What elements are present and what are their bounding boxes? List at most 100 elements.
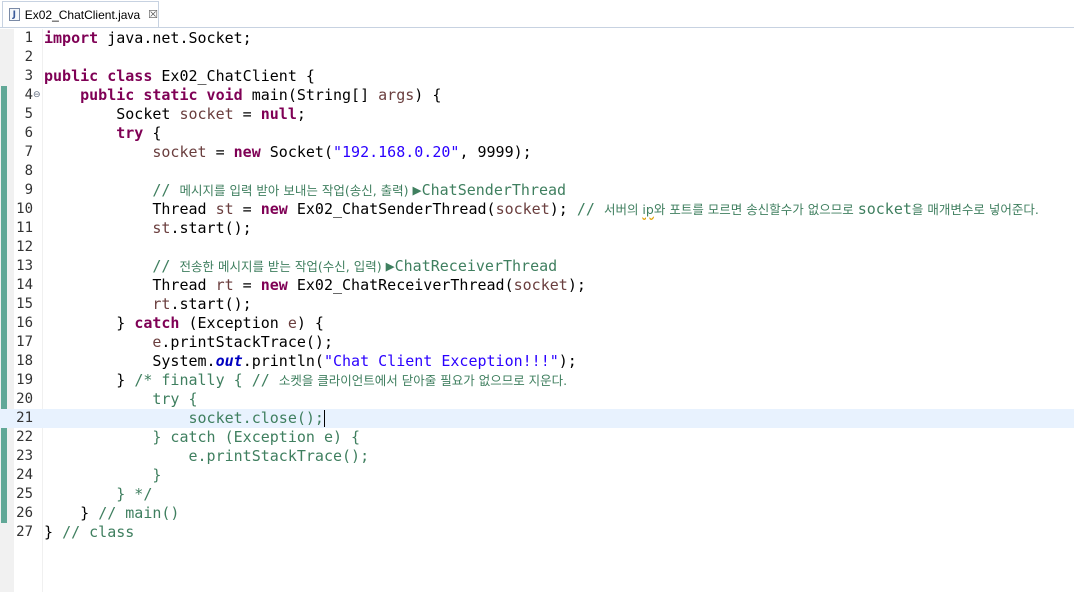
keyword-token: try [116, 124, 144, 142]
code-line[interactable]: 23 e.printStackTrace(); [0, 447, 1074, 466]
code-line[interactable]: 13 // 전송한 메시지를 받는 작업(수신, 입력) ▶ChatReceiv… [0, 257, 1074, 276]
code-line[interactable]: 25 } */ [0, 485, 1074, 504]
code-editor[interactable]: 1 import java.net.Socket; 2 3 public class E… [0, 29, 1074, 592]
string-token: "Chat Client Exception!!!" [323, 352, 559, 370]
fold-icon[interactable]: ⊖ [33, 86, 41, 105]
code-line[interactable]: 26 } // main() [0, 504, 1074, 523]
comment-token: 서버의 [603, 202, 643, 217]
code-line[interactable]: 7 socket = new Socket("192.168.0.20", 99… [0, 143, 1074, 162]
code-text: } [44, 466, 161, 485]
variable-token: st [152, 219, 171, 237]
code-line[interactable]: 16 } catch (Exception e) { [0, 314, 1074, 333]
comment-token: // class [62, 523, 135, 541]
line-number: 9 [24, 182, 33, 198]
code-token: .start(); [170, 295, 252, 313]
code-text: } /* finally { // 소켓을 클라이언트에서 닫아줄 필요가 없으… [44, 371, 567, 390]
comment-token: 메시지를 입력 받아 보내는 작업(송신, 출력) [179, 183, 413, 198]
code-line[interactable]: 1 import java.net.Socket; [0, 29, 1074, 48]
code-token: main(String[] [242, 86, 379, 104]
comment-token: } [44, 466, 162, 484]
code-text: socket = new Socket("192.168.0.20", 9999… [44, 143, 531, 162]
comment-token: /* finally { // [134, 371, 279, 389]
code-line[interactable]: 20 try { [0, 390, 1074, 409]
line-number: 10 [16, 201, 33, 217]
comment-token: 전송한 메시지를 받는 작업(수신, 입력) [179, 259, 386, 274]
code-token: } [44, 314, 135, 332]
code-line[interactable]: 9 // 메시지를 입력 받아 보내는 작업(송신, 출력) ▶ChatSend… [0, 181, 1074, 200]
keyword-token: import [44, 29, 99, 47]
code-line[interactable]: 5 Socket socket = null; [0, 105, 1074, 124]
variable-token: socket [513, 276, 568, 294]
code-line[interactable]: 11 st.start(); [0, 219, 1074, 238]
code-line[interactable]: 21 socket.close(); [0, 409, 1074, 428]
line-number: 27 [16, 524, 33, 540]
code-line[interactable]: 6 try { [0, 124, 1074, 143]
code-text: System.out.println("Chat Client Exceptio… [44, 352, 576, 371]
comment-token: // main() [98, 504, 180, 522]
keyword-token: public class [44, 67, 153, 85]
code-line[interactable]: 24 } [0, 466, 1074, 485]
code-text: } // main() [44, 504, 179, 523]
code-line[interactable]: 3 public class Ex02_ChatClient { [0, 67, 1074, 86]
code-line[interactable]: 4 ⊖ public static void main(String[] args… [0, 86, 1074, 105]
code-text: Thread st = new Ex02_ChatSenderThread(so… [44, 200, 1039, 219]
line-number: 2 [24, 49, 33, 65]
variable-token: rt [152, 295, 171, 313]
keyword-token: public static void [80, 86, 243, 104]
comment-token: socket.close(); [44, 409, 324, 427]
code-line[interactable]: 2 [0, 48, 1074, 67]
comment-token: } */ [44, 485, 153, 503]
comment-token: // [576, 200, 604, 218]
line-number: 14 [16, 277, 33, 293]
code-line[interactable]: 8 [0, 162, 1074, 181]
code-token: (Exception [179, 314, 288, 332]
comment-token: ▶ChatSenderThread [412, 181, 567, 199]
comment-token: socket [857, 200, 912, 218]
code-line[interactable]: 22 } catch (Exception e) { [0, 428, 1074, 447]
variable-token: rt [215, 276, 234, 294]
line-number: 15 [16, 296, 33, 312]
tab-label: Ex02_ChatClient.java [24, 7, 141, 22]
line-number: 4 [24, 87, 33, 103]
keyword-token: catch [134, 314, 180, 332]
code-token: ); [567, 276, 586, 294]
code-token: Ex02_ChatClient { [152, 67, 315, 85]
code-token: Ex02_ChatReceiverThread( [287, 276, 514, 294]
code-text: } // class [44, 523, 134, 542]
code-token: Socket( [260, 143, 333, 161]
code-text: } catch (Exception e) { [44, 428, 360, 447]
code-line[interactable]: 27 } // class [0, 523, 1074, 542]
keyword-token: new [260, 276, 288, 294]
code-text: // 전송한 메시지를 받는 작업(수신, 입력) ▶ChatReceiverT… [44, 257, 557, 276]
code-line[interactable]: 19 } /* finally { // 소켓을 클라이언트에서 닫아줄 필요가… [0, 371, 1074, 390]
code-line[interactable]: 14 Thread rt = new Ex02_ChatReceiverThre… [0, 276, 1074, 295]
code-text: // 메시지를 입력 받아 보내는 작업(송신, 출력) ▶ChatSender… [44, 181, 566, 200]
line-number: 13 [16, 258, 33, 274]
keyword-token: new [233, 143, 261, 161]
line-number: 26 [16, 505, 33, 521]
comment-token: e.printStackTrace(); [44, 447, 370, 465]
tab-ex02-chatclient[interactable]: J Ex02_ChatClient.java ☒ [2, 1, 159, 27]
code-token: .println( [242, 352, 324, 370]
comment-token: // [152, 257, 180, 275]
line-number: 24 [16, 467, 33, 483]
code-line[interactable]: 12 [0, 238, 1074, 257]
code-token: Thread [44, 276, 216, 294]
variable-token: e [287, 314, 297, 332]
comment-token: // [152, 181, 180, 199]
code-line[interactable]: 15 rt.start(); [0, 295, 1074, 314]
code-text: } catch (Exception e) { [44, 314, 324, 333]
line-number: 22 [16, 429, 33, 445]
code-token: .printStackTrace(); [161, 333, 333, 351]
code-line[interactable]: 17 e.printStackTrace(); [0, 333, 1074, 352]
comment-token: 을 매개변수로 넣어준다. [911, 202, 1039, 217]
string-token: "192.168.0.20" [333, 143, 460, 161]
code-token: ); [549, 200, 577, 218]
close-icon[interactable]: ☒ [148, 8, 158, 21]
code-line[interactable]: 10 Thread st = new Ex02_ChatSenderThread… [0, 200, 1074, 219]
code-line[interactable]: 18 System.out.println("Chat Client Excep… [0, 352, 1074, 371]
